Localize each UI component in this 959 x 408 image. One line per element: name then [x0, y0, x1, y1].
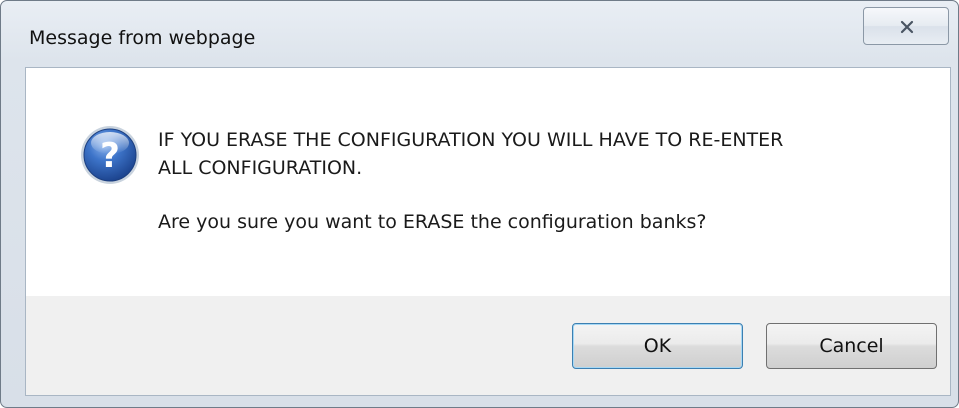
- close-button[interactable]: [863, 7, 949, 45]
- svg-text:?: ?: [100, 136, 120, 176]
- question-icon: ?: [81, 126, 139, 184]
- title-bar[interactable]: Message from webpage: [1, 1, 958, 65]
- cancel-button[interactable]: Cancel: [766, 323, 937, 369]
- window-title: Message from webpage: [29, 27, 256, 49]
- dialog-client-area: ? IF YOU ERASE THE CONFIGURATION YOU WIL…: [25, 67, 951, 396]
- close-x-icon: [900, 20, 914, 34]
- button-bar: OK Cancel: [26, 296, 950, 395]
- message-text: IF YOU ERASE THE CONFIGURATION YOU WILL …: [158, 126, 918, 236]
- ok-button[interactable]: OK: [572, 323, 743, 369]
- message-area: ? IF YOU ERASE THE CONFIGURATION YOU WIL…: [26, 68, 950, 296]
- dialog-window: Message from webpage ? IF YOU ERASE THE …: [0, 0, 959, 408]
- question-text: Are you sure you want to ERASE the confi…: [158, 211, 707, 233]
- warning-text: IF YOU ERASE THE CONFIGURATION YOU WILL …: [158, 129, 784, 179]
